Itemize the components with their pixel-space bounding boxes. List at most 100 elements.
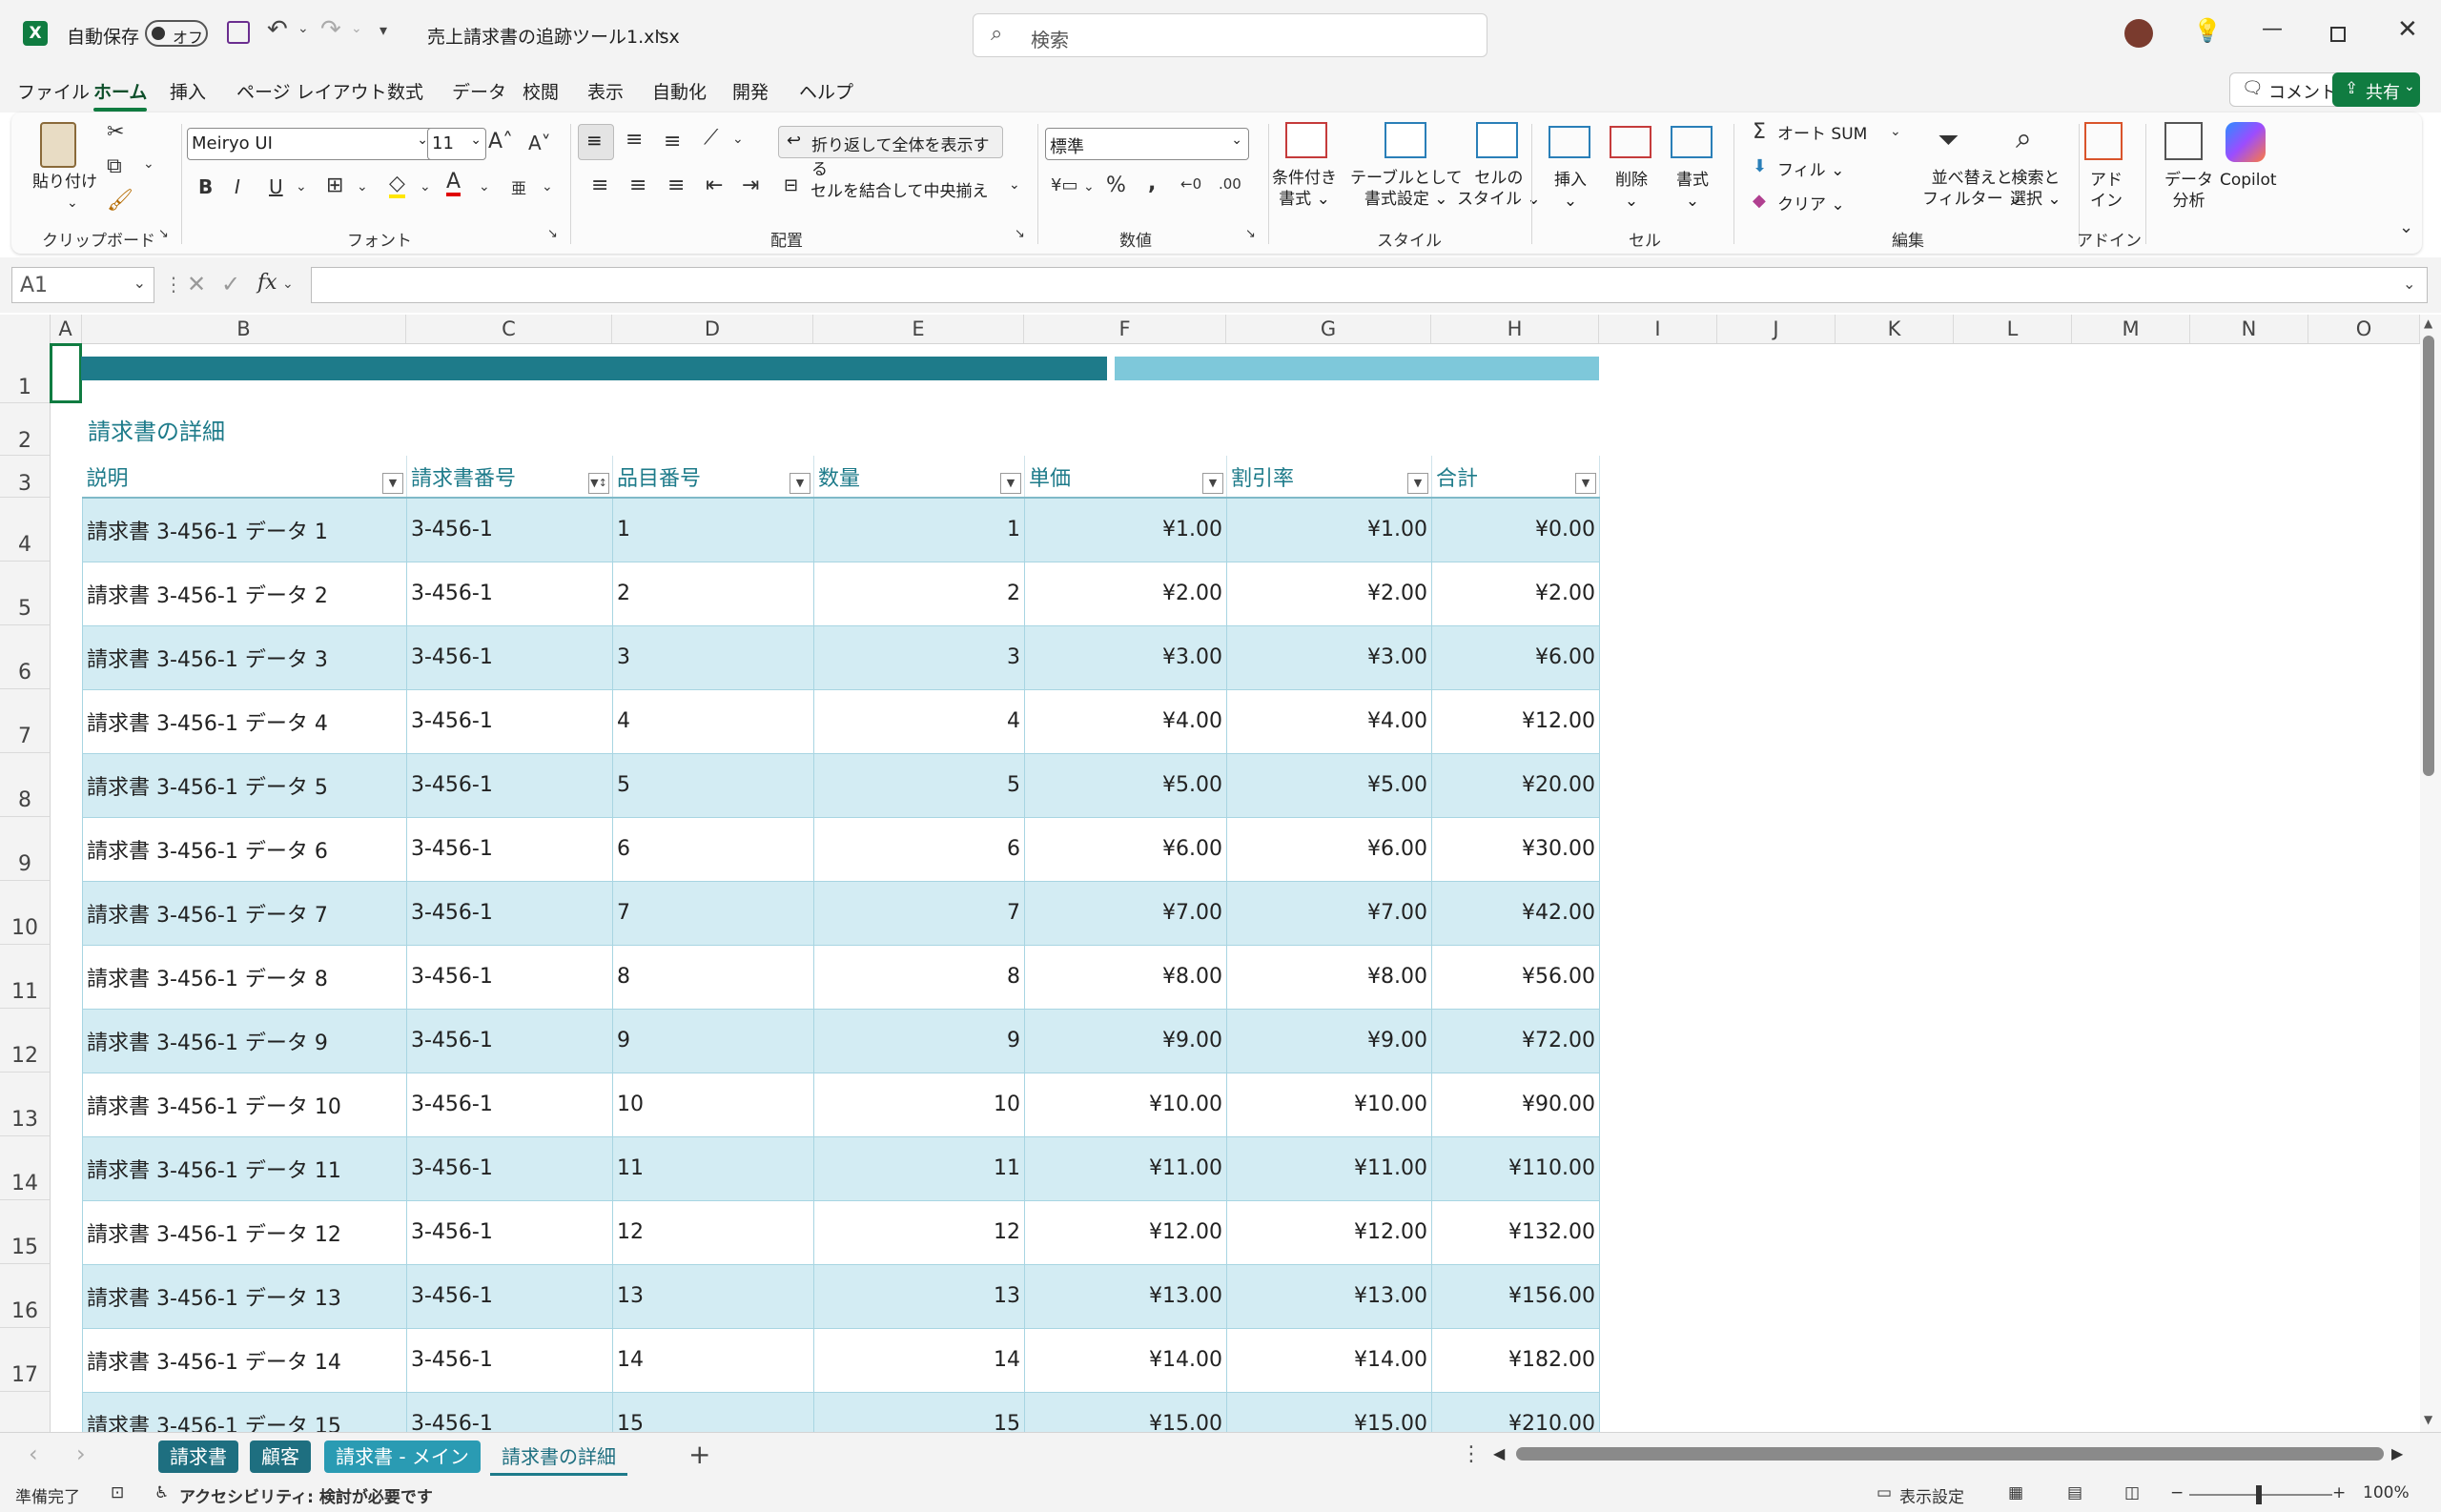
sort-filter-icon[interactable]: ⏷ [1938,124,1959,156]
tab-file[interactable]: ファイル [17,78,90,104]
cell-styles-button[interactable]: セルの スタイル ⌄ [1457,168,1541,210]
table-cell[interactable]: 請求書 3-456-1 データ 14 [82,1327,407,1393]
align-right-icon[interactable]: ≡ [667,174,685,197]
table-cell[interactable]: 3-456-1 [406,880,613,946]
autosum-button[interactable]: オート SUM [1777,124,1867,145]
table-cell[interactable]: 3 [813,624,1025,690]
align-middle-icon[interactable]: ≡ [626,128,643,152]
eraser-icon[interactable]: ◆ [1753,191,1766,211]
chevron-down-icon[interactable]: ⌄ [732,132,744,147]
table-cell[interactable]: 9 [813,1008,1025,1073]
align-bottom-icon[interactable]: ≡ [664,130,681,153]
find-icon[interactable]: ⌕ [2016,122,2032,155]
table-cell[interactable]: 3-456-1 [406,816,613,882]
chevron-down-icon[interactable]: ⌄ [282,276,294,292]
sheet-tab[interactable]: 請求書 - メイン [324,1440,481,1473]
format-cells-button[interactable]: 書式 ⌄ [1676,170,1709,212]
sort-filter-button[interactable]: 並べ替えと フィルター ⌄ [1922,168,2021,210]
table-header-cell[interactable]: 合計 ▼ [1431,456,1600,499]
table-cell[interactable]: ¥2.00 [1024,561,1227,626]
cut-icon[interactable]: ✂ [107,120,124,144]
addins-icon[interactable] [2084,122,2123,160]
column-header[interactable]: H [1431,315,1599,343]
autosum-icon[interactable]: Σ [1753,120,1766,144]
table-cell[interactable]: 3-456-1 [406,1391,613,1432]
more-tabs-icon[interactable]: ⋮ [1461,1442,1482,1466]
table-cell[interactable]: 請求書 3-456-1 データ 8 [82,944,407,1010]
lightbulb-icon[interactable]: 💡 [2193,17,2222,44]
table-cell[interactable]: ¥11.00 [1226,1135,1432,1201]
table-cell[interactable]: ¥5.00 [1226,752,1432,818]
delete-cells-icon[interactable] [1610,126,1651,158]
table-cell[interactable]: 請求書 3-456-1 データ 11 [82,1135,407,1201]
table-cell[interactable]: 請求書 3-456-1 データ 7 [82,880,407,946]
minimize-icon[interactable]: — [2262,17,2283,41]
column-header[interactable]: A [50,315,82,343]
row-header[interactable]: 6 [0,625,50,689]
table-cell[interactable]: ¥210.00 [1431,1391,1600,1432]
autosave-toggle[interactable]: オフ [145,20,208,47]
table-cell[interactable]: 請求書 3-456-1 データ 12 [82,1199,407,1265]
font-name-select[interactable]: Meiryo UI ⌄ [187,128,435,160]
zoom-out-icon[interactable]: − [2170,1483,2184,1502]
align-left-icon[interactable]: ≡ [591,174,608,197]
table-cell[interactable]: 11 [813,1135,1025,1201]
table-cell[interactable]: 3-456-1 [406,1135,613,1201]
table-cell[interactable]: ¥132.00 [1431,1199,1600,1265]
paste-button[interactable]: 貼り付け [32,172,97,193]
table-cell[interactable]: 8 [612,944,814,1010]
fill-icon[interactable]: ⬇ [1753,156,1767,176]
table-cell[interactable]: 3-456-1 [406,688,613,754]
wrap-text-button[interactable]: ↩ 折り返して全体を表示する [778,126,1003,179]
page-layout-view-icon[interactable]: ▤ [2067,1483,2082,1502]
column-header[interactable]: E [813,315,1024,343]
table-cell[interactable]: 3-456-1 [406,1199,613,1265]
macro-icon[interactable]: ⊡ [111,1483,124,1502]
font-color-icon[interactable]: A [446,172,462,196]
table-cell[interactable]: 請求書 3-456-1 データ 5 [82,752,407,818]
table-cell[interactable]: 3-456-1 [406,497,613,562]
filter-dropdown-icon[interactable]: ▼ [1575,473,1596,494]
copy-icon[interactable]: ⧉ [107,154,122,178]
table-cell[interactable]: 請求書 3-456-1 データ 1 [82,497,407,562]
column-header[interactable]: N [2190,315,2308,343]
sheet-tab[interactable]: 顧客 [250,1440,311,1473]
table-cell[interactable]: 9 [612,1008,814,1073]
table-cell[interactable]: ¥42.00 [1431,880,1600,946]
data-analysis-button[interactable]: データ 分析 [2164,170,2213,212]
table-cell[interactable]: 12 [813,1199,1025,1265]
table-cell[interactable]: 7 [813,880,1025,946]
delete-cells-button[interactable]: 削除 ⌄ [1615,170,1648,212]
tab-automate[interactable]: 自動化 [652,78,707,104]
cell-styles-icon[interactable] [1476,122,1518,158]
row-header[interactable]: 11 [0,945,50,1009]
table-cell[interactable]: ¥12.00 [1431,688,1600,754]
filter-dropdown-icon[interactable]: ▼ [1000,473,1021,494]
row-header[interactable]: 14 [0,1136,50,1200]
table-cell[interactable]: 4 [813,688,1025,754]
column-header[interactable]: F [1024,315,1226,343]
display-settings-button[interactable]: 表示設定 [1899,1483,1964,1507]
table-cell[interactable]: 13 [813,1263,1025,1329]
table-cell[interactable]: ¥12.00 [1024,1199,1227,1265]
addins-button[interactable]: アド イン [2090,170,2123,212]
merge-center-button[interactable]: ⊟ セルを結合して中央揃え ⌄ [782,172,1020,204]
table-cell[interactable]: 請求書 3-456-1 データ 13 [82,1263,407,1329]
decrease-decimal-icon[interactable]: .00 [1219,175,1241,193]
table-cell[interactable]: ¥13.00 [1226,1263,1432,1329]
name-box[interactable]: A1 ⌄ [11,267,154,303]
dialog-launcher-icon[interactable]: ↘ [1015,227,1025,241]
column-header[interactable]: K [1836,315,1954,343]
table-cell[interactable]: ¥1.00 [1024,497,1227,562]
conditional-format-button[interactable]: 条件付き 書式 ⌄ [1272,168,1337,210]
data-analysis-icon[interactable] [2164,122,2203,160]
column-header[interactable]: J [1717,315,1836,343]
table-cell[interactable]: 4 [612,688,814,754]
file-name[interactable]: 売上請求書の追跡ツール1.xlsx [427,23,680,49]
row-header[interactable]: 3 [0,456,50,498]
table-cell[interactable]: ¥9.00 [1024,1008,1227,1073]
copilot-icon[interactable] [2226,122,2266,162]
table-header-cell[interactable]: 数量 ▼ [813,456,1025,499]
chevron-down-icon[interactable]: ⌄ [1890,124,1901,139]
table-cell[interactable]: 12 [612,1199,814,1265]
